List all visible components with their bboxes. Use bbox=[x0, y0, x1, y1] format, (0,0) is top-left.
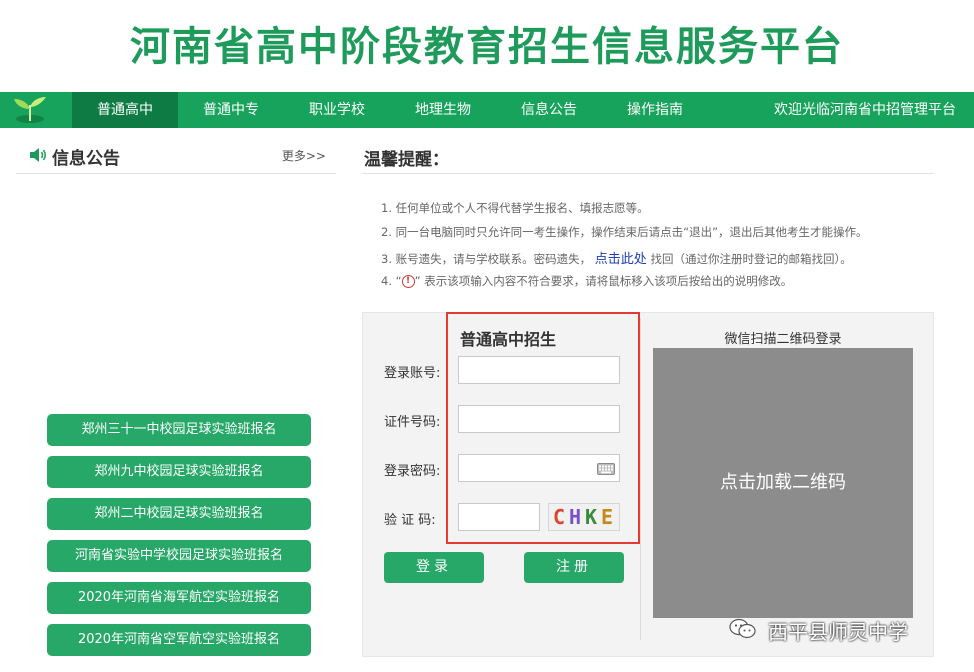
captcha-char-4: E bbox=[601, 505, 614, 529]
password-label: 登录密码: bbox=[384, 464, 441, 479]
nav-item-geography-biology[interactable]: 地理生物 bbox=[390, 92, 496, 128]
login-button[interactable]: 登录 bbox=[384, 552, 484, 583]
page: 河南省高中阶段教育招生信息服务平台 普通高中 普通中专 职业学校 地理生物 信息… bbox=[0, 0, 974, 672]
nav-item-announcements[interactable]: 信息公告 bbox=[496, 92, 602, 128]
nav-item-secondary-vocational[interactable]: 普通中专 bbox=[178, 92, 284, 128]
side-button-zhengzhou-31[interactable]: 郑州三十一中校园足球实验班报名 bbox=[47, 414, 311, 446]
nav-item-operation-guide[interactable]: 操作指南 bbox=[602, 92, 708, 128]
captcha-char-3: K bbox=[585, 505, 598, 529]
nav-item-vocational-school[interactable]: 职业学校 bbox=[284, 92, 390, 128]
id-number-input[interactable] bbox=[458, 405, 620, 433]
warning-icon: ! bbox=[401, 275, 415, 288]
side-button-zhengzhou-9[interactable]: 郑州九中校园足球实验班报名 bbox=[47, 456, 311, 488]
tip-line-4: 4. “!” 表示该项输入内容不符合要求，请将鼠标移入该项后按给出的说明修改。 bbox=[381, 273, 792, 289]
keyboard-icon[interactable] bbox=[597, 463, 615, 475]
id-number-label: 证件号码: bbox=[384, 415, 441, 430]
tip-line-3: 3. 账号遗失，请与学校联系。密码遗失， 点击此处 找回（通过你注册时登记的邮箱… bbox=[381, 248, 852, 267]
tip-line-3-prefix: 3. 账号遗失，请与学校联系。密码遗失， bbox=[381, 252, 592, 266]
tip-line-1: 1. 任何单位或个人不得代替学生报名、填报志愿等。 bbox=[381, 201, 649, 215]
speaker-icon bbox=[30, 148, 46, 162]
nav-item-general-high-school[interactable]: 普通高中 bbox=[72, 92, 178, 128]
tip-line-3-suffix: 找回（通过你注册时登记的邮箱找回）。 bbox=[650, 252, 852, 266]
main-nav: 普通高中 普通中专 职业学校 地理生物 信息公告 操作指南 欢迎光临河南省中招管… bbox=[0, 92, 974, 128]
qr-load-text: 点击加载二维码 bbox=[720, 472, 846, 493]
tips-header: 温馨提醒： bbox=[362, 140, 934, 174]
wechat-icon bbox=[729, 618, 756, 639]
watermark-text: 西平县师灵中学 bbox=[768, 620, 908, 644]
tip-line-4-prefix: 4. “ bbox=[381, 274, 402, 288]
password-recovery-link[interactable]: 点击此处 bbox=[595, 252, 647, 267]
site-title: 河南省高中阶段教育招生信息服务平台 bbox=[130, 24, 844, 70]
notice-header: 信息公告 更多>> bbox=[16, 140, 336, 174]
notice-title: 信息公告 bbox=[52, 149, 120, 169]
captcha-char-1: C bbox=[553, 505, 566, 529]
sprout-logo-icon bbox=[14, 97, 46, 123]
notice-more-link[interactable]: 更多>> bbox=[282, 147, 326, 164]
qr-code-area[interactable]: 点击加载二维码 bbox=[653, 348, 913, 618]
captcha-input[interactable] bbox=[458, 503, 540, 531]
captcha-char-2: H bbox=[569, 505, 582, 529]
side-button-henan-experimental[interactable]: 河南省实验中学校园足球实验班报名 bbox=[47, 540, 311, 572]
tips-title: 温馨提醒： bbox=[364, 150, 449, 170]
register-button[interactable]: 注册 bbox=[524, 552, 624, 583]
account-label: 登录账号: bbox=[384, 366, 441, 381]
tip-line-4-suffix: ” 表示该项输入内容不符合要求，请将鼠标移入该项后按给出的说明修改。 bbox=[414, 274, 793, 288]
side-button-navy-aviation[interactable]: 2020年河南省海军航空实验班报名 bbox=[47, 582, 311, 614]
side-button-zhengzhou-2[interactable]: 郑州二中校园足球实验班报名 bbox=[47, 498, 311, 530]
captcha-label: 验 证 码: bbox=[384, 513, 436, 528]
captcha-image[interactable]: C H K E bbox=[548, 503, 620, 531]
account-input[interactable] bbox=[458, 356, 620, 384]
panel-divider bbox=[640, 318, 641, 640]
nav-welcome-text: 欢迎光临河南省中招管理平台 bbox=[774, 102, 956, 118]
side-button-airforce-aviation[interactable]: 2020年河南省空军航空实验班报名 bbox=[47, 624, 311, 656]
qr-label: 微信扫描二维码登录 bbox=[724, 332, 842, 347]
tip-line-2: 2. 同一台电脑同时只允许同一考生操作，操作结束后请点击“退出”，退出后其他考生… bbox=[381, 225, 868, 239]
password-input[interactable] bbox=[458, 454, 620, 482]
login-title: 普通高中招生 bbox=[460, 330, 557, 349]
